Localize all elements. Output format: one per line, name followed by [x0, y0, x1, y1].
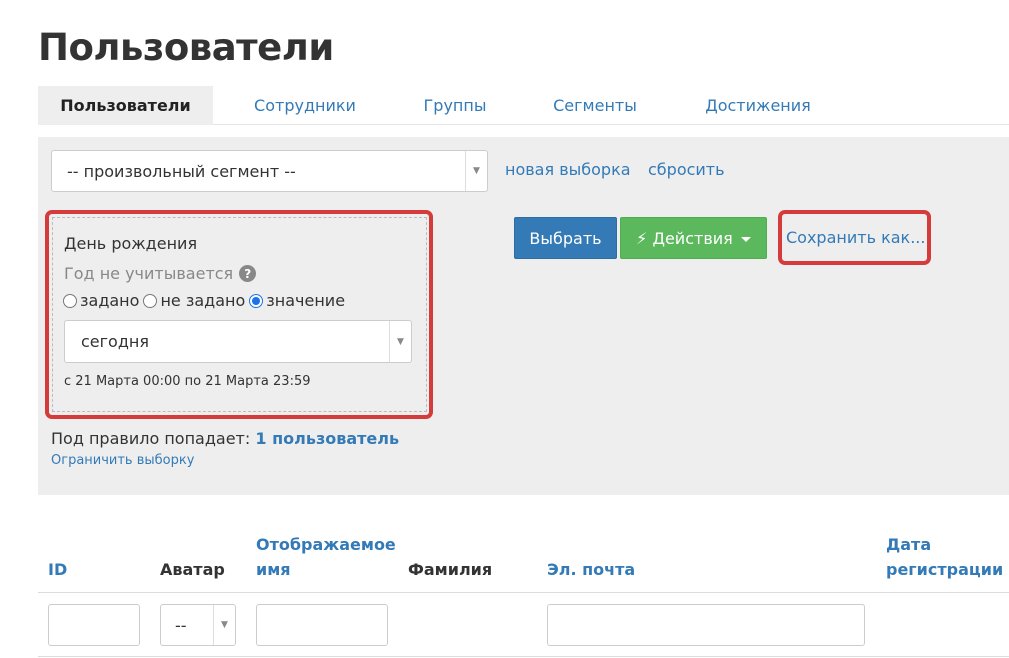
tab-employees[interactable]: Сотрудники: [234, 86, 376, 125]
radio-not-set-label: не задано: [160, 291, 246, 310]
actions-button[interactable]: ⚡ Действия: [620, 217, 767, 259]
column-header-registration-date-line1: Дата: [886, 535, 932, 554]
column-header-email[interactable]: Эл. почта: [547, 557, 635, 582]
display-name-filter-input[interactable]: [256, 604, 388, 646]
table-filter-divider: [38, 656, 1009, 657]
radio-set-label: задано: [80, 291, 140, 310]
radio-set[interactable]: [63, 293, 77, 308]
period-select[interactable]: сегодня ▼: [64, 320, 412, 363]
segment-select-value: -- произвольный сегмент --: [67, 161, 296, 181]
email-filter-input[interactable]: [547, 604, 865, 646]
tab-bar: Пользователи Сотрудники Группы Сегменты …: [38, 86, 1009, 125]
column-header-id[interactable]: ID: [48, 557, 67, 582]
birthday-radio-group: задано не задано значение: [63, 291, 349, 310]
select-button[interactable]: Выбрать: [514, 217, 617, 259]
chevron-down-icon: ▼: [213, 605, 235, 645]
avatar-filter-value: --: [175, 615, 187, 635]
radio-not-set[interactable]: [143, 293, 158, 308]
period-select-value: сегодня: [81, 332, 149, 351]
date-range-text: с 21 Марта 00:00 по 21 Марта 23:59: [64, 374, 311, 389]
birthday-hint: Год не учитывается ?: [64, 264, 257, 283]
column-header-lastname: Фамилия: [408, 560, 493, 579]
birthday-title: День рождения: [64, 234, 198, 253]
column-header-display-name-line2: имя: [256, 560, 291, 579]
tab-groups[interactable]: Группы: [404, 86, 506, 125]
tab-segments[interactable]: Сегменты: [534, 86, 656, 125]
column-header-avatar: Аватар: [160, 560, 225, 579]
matches-count: Под правило попадает: 1 пользователь: [51, 429, 399, 448]
caret-down-icon: [740, 237, 751, 242]
segment-select[interactable]: -- произвольный сегмент -- ▼: [51, 150, 488, 192]
column-header-registration-date[interactable]: Дата регистрации: [886, 532, 1003, 582]
actions-label: Действия: [652, 229, 733, 248]
reset-link[interactable]: сбросить: [648, 160, 725, 179]
chevron-down-icon: ▼: [465, 151, 487, 191]
new-selection-link[interactable]: новая выборка: [505, 160, 631, 179]
column-header-display-name-line1: Отображаемое: [256, 535, 396, 554]
save-as-link[interactable]: Сохранить как...: [786, 228, 925, 247]
avatar-filter-select[interactable]: -- ▼: [160, 604, 236, 646]
matches-count-link[interactable]: 1 пользователь: [255, 429, 399, 448]
matches-prefix: Под правило попадает:: [51, 429, 251, 448]
page-title: Пользователи: [38, 26, 334, 69]
tab-users[interactable]: Пользователи: [38, 86, 213, 125]
column-header-display-name[interactable]: Отображаемое имя: [256, 532, 396, 582]
help-icon[interactable]: ?: [239, 265, 257, 282]
column-header-registration-date-line2: регистрации: [886, 560, 1004, 579]
chevron-down-icon: ▼: [389, 321, 411, 362]
radio-value-label: значение: [266, 291, 346, 310]
id-filter-input[interactable]: [48, 604, 140, 646]
lightning-icon: ⚡: [636, 229, 648, 248]
birthday-hint-text: Год не учитывается: [64, 264, 234, 283]
table-header-divider: [38, 592, 1009, 593]
tab-achievements[interactable]: Достижения: [688, 86, 828, 125]
radio-value[interactable]: [249, 293, 264, 308]
limit-selection-link[interactable]: Ограничить выборку: [51, 453, 194, 468]
